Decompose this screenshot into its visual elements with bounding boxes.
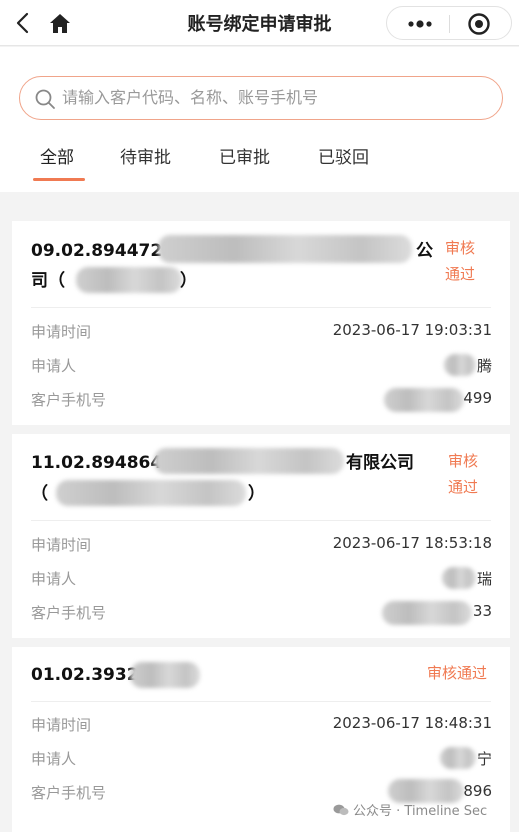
capsule-divider — [449, 15, 450, 33]
tab-rejected[interactable]: 已驳回 — [318, 143, 369, 168]
customer-code: 01.02.3932 — [31, 665, 139, 685]
search-box[interactable] — [19, 76, 503, 120]
phone-label: 客户手机号 — [31, 391, 107, 409]
close-target-icon[interactable] — [467, 12, 491, 36]
status-badge-line2: 通过 — [448, 478, 479, 496]
phone-value: 499 — [463, 389, 492, 407]
tab-pending[interactable]: 待审批 — [120, 143, 171, 168]
status-tabs: 全部 待审批 已审批 已驳回 — [0, 143, 519, 183]
redacted-applicant — [442, 567, 476, 589]
applicant-value: 瑞 — [476, 570, 492, 588]
apply-time-value: 2023-06-17 19:03:31 — [332, 321, 492, 339]
record-title-line2-end: ） — [248, 484, 265, 504]
apply-time-value: 2023-06-17 18:53:18 — [332, 534, 492, 552]
record-title: 11.02.894864 — [31, 448, 162, 478]
status-badge-line1: 审核 — [445, 239, 476, 257]
mini-program-capsule — [386, 6, 512, 40]
applicant-label: 申请人 — [31, 357, 77, 375]
divider — [31, 701, 491, 702]
divider — [31, 520, 491, 521]
divider — [31, 307, 491, 308]
apply-time-label: 申请时间 — [31, 323, 92, 341]
watermark-text: 公众号 · Timeline Sec — [353, 804, 488, 819]
redacted-short-name — [56, 480, 246, 506]
record-title-tail: 有限公司 — [346, 453, 414, 473]
applicant-value: 宁 — [476, 750, 492, 768]
record-title: 09.02.894472 — [31, 236, 162, 266]
redacted-applicant — [440, 747, 476, 769]
apply-time-label: 申请时间 — [31, 536, 92, 554]
customer-code: 11.02.894864 — [31, 453, 163, 473]
redacted-applicant — [444, 354, 476, 376]
customer-code: 09.02.894472 — [31, 241, 163, 261]
redacted-short-name — [76, 267, 182, 293]
redacted-company-name — [158, 235, 412, 263]
apply-time-value: 2023-06-17 18:48:31 — [332, 714, 492, 732]
wechat-icon — [333, 804, 349, 816]
tab-all[interactable]: 全部 — [40, 143, 74, 168]
record-title-line2-start: （ — [31, 484, 48, 504]
tab-approved[interactable]: 已审批 — [219, 143, 270, 168]
applicant-value: 腾 — [476, 357, 492, 375]
redacted-phone — [384, 388, 464, 412]
record-title: 01.02.3932 — [31, 660, 139, 690]
phone-label: 客户手机号 — [31, 784, 107, 802]
status-badge: 审核通过 — [427, 664, 488, 682]
phone-label: 客户手机号 — [31, 604, 107, 622]
active-tab-indicator — [33, 178, 85, 181]
status-badge-line1: 审核 — [448, 452, 479, 470]
phone-value: 33 — [472, 602, 492, 620]
record-card[interactable]: 11.02.894864 有限公司 （ ） 审核 通过 申请时间 2023-06… — [12, 434, 510, 638]
record-title-tail: 公 — [416, 241, 433, 261]
applicant-label: 申请人 — [31, 570, 77, 588]
watermark: 公众号 · Timeline Sec — [333, 800, 487, 819]
redacted-company-name — [130, 662, 200, 688]
record-title-line2-end: ） — [180, 271, 197, 291]
status-badge-line2: 通过 — [445, 265, 476, 283]
redacted-phone — [382, 601, 472, 625]
redacted-company-name — [154, 448, 344, 474]
search-icon — [35, 89, 55, 109]
apply-time-label: 申请时间 — [31, 716, 92, 734]
record-card[interactable]: 09.02.894472 公 司（ ） 审核 通过 申请时间 2023-06-1… — [12, 221, 510, 425]
navigation-bar: 账号绑定申请审批 — [0, 0, 519, 46]
more-dots-icon[interactable] — [403, 14, 437, 34]
applicant-label: 申请人 — [31, 750, 77, 768]
record-title-line2-start: 司（ — [31, 271, 65, 291]
filter-area: 全部 待审批 已审批 已驳回 — [0, 47, 519, 192]
phone-value: 896 — [463, 782, 492, 800]
search-input[interactable] — [62, 77, 492, 118]
